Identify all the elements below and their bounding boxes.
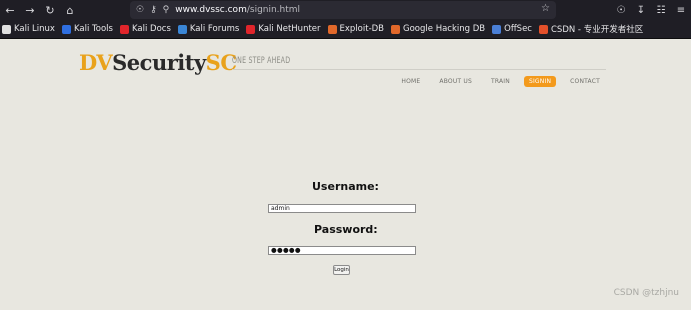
bookmark-kali-tools[interactable]: Kali Tools — [61, 24, 113, 34]
nav-about-us[interactable]: ABOUT US — [434, 76, 477, 87]
bookmarks-bar: Kali Linux Kali Tools Kali Docs Kali For… — [0, 20, 691, 39]
forward-icon[interactable]: → — [20, 0, 40, 20]
main-nav: HOME ABOUT US TRAIN SIGNIN CONTACT — [387, 76, 605, 87]
offsec-icon — [492, 24, 502, 34]
browser-toolbar: ← → ↻ ⌂ ☉ ⚷ ⚲ www.dvssc.com/signin.html … — [0, 0, 691, 20]
site-logo[interactable]: DVSecuritySC — [79, 50, 237, 75]
permissions-key-icon[interactable]: ⚲ — [163, 5, 170, 15]
site-tagline: ONE STEP AHEAD — [232, 55, 291, 66]
url-bar[interactable]: ☉ ⚷ ⚲ www.dvssc.com/signin.html ☆ — [130, 1, 556, 19]
reload-icon[interactable]: ↻ — [40, 0, 60, 20]
downloads-icon[interactable]: ↧ — [635, 5, 647, 16]
bookmark-star-icon[interactable]: ☆ — [541, 3, 550, 14]
bookmark-label: Kali Docs — [131, 24, 171, 34]
menu-icon[interactable]: ≡ — [675, 5, 687, 16]
url-host: www.dvssc.com — [175, 5, 247, 15]
login-button[interactable]: Login — [333, 265, 350, 275]
bookmark-label: Google Hacking DB — [403, 24, 486, 34]
bookmark-kali-nethunter[interactable]: Kali NetHunter — [246, 24, 321, 34]
web-page: DVSecuritySC ONE STEP AHEAD HOME ABOUT U… — [0, 39, 691, 310]
ghdb-icon — [391, 24, 401, 34]
nav-home[interactable]: HOME — [396, 76, 425, 87]
password-input[interactable]: ●●●●● — [268, 246, 416, 255]
bookmark-label: Kali Linux — [14, 24, 55, 34]
nav-signin[interactable]: SIGNIN — [523, 76, 557, 87]
header-divider — [232, 69, 606, 70]
pocket-icon[interactable]: ☉ — [615, 5, 627, 16]
bookmark-label: CSDN - 专业开发者社区 — [550, 25, 644, 35]
bookmark-exploit-db[interactable]: Exploit-DB — [327, 24, 385, 34]
url-path: /signin.html — [246, 5, 301, 15]
bookmark-label: Kali NetHunter — [258, 24, 321, 34]
csdn-icon — [538, 24, 548, 34]
kali-forums-icon — [177, 24, 187, 34]
bookmark-label: Exploit-DB — [339, 24, 385, 34]
back-icon[interactable]: ← — [0, 0, 20, 20]
bookmark-label: Kali Tools — [73, 24, 113, 34]
password-label: Password: — [314, 223, 378, 236]
bookmark-kali-docs[interactable]: Kali Docs — [119, 24, 171, 34]
nav-train[interactable]: TRAIN — [486, 76, 515, 87]
bookmark-label: Kali Forums — [189, 24, 240, 34]
bookmark-google-hacking-db[interactable]: Google Hacking DB — [391, 24, 485, 34]
exploit-db-icon — [327, 24, 337, 34]
username-label: Username: — [312, 180, 379, 193]
bookmark-csdn[interactable]: CSDN - 专业开发者社区 — [538, 23, 644, 35]
nethunter-icon — [246, 24, 256, 34]
url-text[interactable]: www.dvssc.com/signin.html — [175, 5, 300, 15]
bookmark-offsec[interactable]: OffSec — [492, 24, 532, 34]
bookmark-kali-linux[interactable]: Kali Linux — [2, 24, 55, 34]
logo-text-security: Security — [112, 50, 206, 75]
toolbar-actions: ☉ ↧ ☷ ≡ — [615, 0, 687, 20]
username-input[interactable]: admin — [268, 204, 416, 213]
kali-dragon-icon — [2, 24, 11, 34]
nav-contact[interactable]: CONTACT — [565, 76, 605, 87]
bookmark-label: OffSec — [504, 24, 532, 34]
extensions-icon[interactable]: ☷ — [655, 5, 667, 16]
kali-tools-icon — [61, 24, 71, 34]
csdn-watermark: CSDN @tzhjnu — [613, 288, 679, 298]
bookmark-kali-forums[interactable]: Kali Forums — [177, 24, 240, 34]
home-icon[interactable]: ⌂ — [60, 0, 80, 20]
logo-text-dv: DV — [79, 50, 113, 75]
kali-docs-icon — [119, 24, 129, 34]
shield-icon[interactable]: ☉ — [136, 5, 144, 15]
lock-icon[interactable]: ⚷ — [150, 5, 157, 15]
